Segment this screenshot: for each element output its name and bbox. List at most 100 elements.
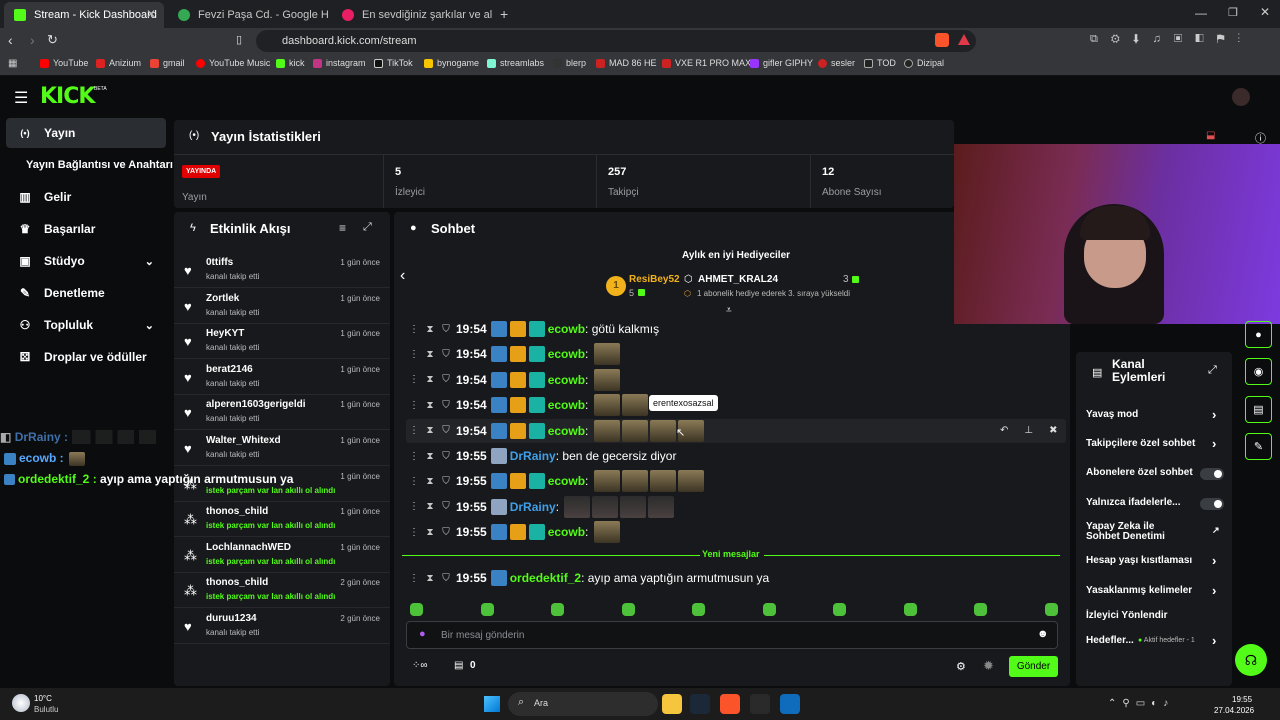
toolbar-extension-icons[interactable]: ⧉⚙⬇♫▣◧⚑⋮ <box>1090 33 1253 46</box>
chat-emote[interactable] <box>621 470 648 493</box>
bookmark-tiktok[interactable]: TikTok <box>374 58 413 68</box>
event-username[interactable]: Walter_Whitexd <box>206 435 281 446</box>
shield-icon[interactable]: ⛉ <box>438 425 454 436</box>
back-icon[interactable]: ‹ <box>8 32 13 48</box>
taskbar-search[interactable]: ⌕ Ara <box>508 692 658 716</box>
chat-emote[interactable] <box>593 521 620 544</box>
channel-action-item[interactable]: İzleyici Yönlendir <box>1086 610 1226 621</box>
activity-event[interactable]: ♥ HeyKYT kanalı takip etti 1 gün önce <box>174 324 390 360</box>
options-icon[interactable]: ⋮ <box>406 573 422 584</box>
steam-icon[interactable] <box>690 694 710 714</box>
event-username[interactable]: duruu1234 <box>206 613 257 624</box>
event-username[interactable]: thonos_child <box>206 577 268 588</box>
shield-icon[interactable]: ⛉ <box>438 527 454 538</box>
bookmark-vxe[interactable]: VXE R1 PRO MAX <box>662 58 751 68</box>
event-username[interactable]: Zortlek <box>206 293 239 304</box>
close-window-icon[interactable]: ✕ <box>1260 5 1270 19</box>
bookmark-dizipal[interactable]: Dizipal <box>904 58 944 68</box>
chat-message[interactable]: ⋮ ⧗ ⛉ 19:55 ecowb: <box>406 520 1066 544</box>
options-icon[interactable]: ⋮ <box>406 400 422 411</box>
timeout-icon[interactable]: ⧗ <box>422 573 438 584</box>
chat-message[interactable]: ⋮ ⧗ ⛉ 19:54 ecowb: <box>406 342 1066 366</box>
chat-emote[interactable] <box>649 470 676 493</box>
event-username[interactable]: LochlannachWED <box>206 542 291 553</box>
chat-emote[interactable] <box>621 394 648 417</box>
tab-google-maps[interactable]: Fevzi Paşa Cd. - Google Haritalar <box>168 2 328 28</box>
maximize-icon[interactable]: ❐ <box>1228 6 1238 19</box>
timeout-icon[interactable]: ⧗ <box>422 476 438 487</box>
quick-emote[interactable] <box>692 603 705 616</box>
options-icon[interactable]: ⋮ <box>406 324 422 335</box>
timeout-icon[interactable]: ⧗ <box>422 400 438 411</box>
delete-icon[interactable]: ✖ <box>1049 425 1073 436</box>
pin-icon[interactable]: ⊥ <box>1024 425 1049 436</box>
toggle-switch[interactable] <box>1200 468 1224 480</box>
message-username[interactable]: ordedektif_2 <box>510 571 581 585</box>
bookmark-instagram[interactable]: instagram <box>313 58 366 68</box>
timeout-icon[interactable]: ⧗ <box>422 324 438 335</box>
nav-stream[interactable]: (•) Yayın <box>6 118 166 148</box>
quick-emote[interactable] <box>621 603 635 616</box>
event-username[interactable]: thonos_child <box>206 506 268 517</box>
windows-start-icon[interactable] <box>484 696 500 712</box>
apps-grid-icon[interactable]: ▦ <box>8 58 17 69</box>
popout-icon[interactable]: ⤢ <box>1208 364 1217 377</box>
quick-emote[interactable] <box>410 603 423 616</box>
store-icon[interactable] <box>780 694 800 714</box>
url-input[interactable]: dashboard.kick.com/stream <box>256 30 976 52</box>
tray-icons[interactable]: ⌃⚲▭◐♪ <box>1108 698 1174 709</box>
channel-action-item[interactable]: Hesap yaşı kısıtlaması › <box>1086 553 1226 568</box>
activity-event[interactable]: ♥ Zortlek kanalı takip etti 1 gün önce <box>174 289 390 324</box>
chat-emote[interactable] <box>593 368 620 391</box>
chat-message[interactable]: ⋮ ⧗ ⛉ 19:54 ecowb: <box>406 418 1066 443</box>
shield-icon[interactable]: ⛉ <box>438 349 454 360</box>
chat-emote[interactable] <box>621 419 648 442</box>
options-icon[interactable]: ⋮ <box>406 501 422 512</box>
info-icon[interactable]: ⓘ <box>1255 130 1266 146</box>
chat-emote[interactable] <box>593 394 620 417</box>
bookmark-youtube[interactable]: YouTube <box>40 58 88 68</box>
event-username[interactable]: berat2146 <box>206 364 253 375</box>
nav-stream-key[interactable]: Yayın Bağlantısı ve Anahtarı <box>16 150 176 180</box>
nav-achievements[interactable]: ♛ Başarılar <box>6 214 166 244</box>
quick-emote[interactable] <box>551 603 564 616</box>
chat-message[interactable]: ⋮ ⧗ ⛉ 19:54 ecowb: <box>406 368 1066 392</box>
message-username[interactable]: ecowb <box>548 474 585 488</box>
chat-emote[interactable] <box>593 343 620 366</box>
timeout-icon[interactable]: ⧗ <box>422 451 438 462</box>
chat-input[interactable]: ● Bir mesaj gönderin ☻ <box>406 621 1058 649</box>
bookmark-youtube-music[interactable]: YouTube Music <box>196 58 270 68</box>
bookmark-kick[interactable]: kick <box>276 58 305 68</box>
timeout-icon[interactable]: ⧗ <box>422 425 438 436</box>
activity-event[interactable]: ♥ berat2146 kanalı takip etti 1 gün önce <box>174 360 390 395</box>
channel-action-item[interactable]: Yapay Zeka ile Sohbet Denetimi ↗ <box>1086 522 1226 542</box>
timeout-icon[interactable]: ⧗ <box>422 349 438 360</box>
nav-revenue[interactable]: ▥ Gelir <box>6 182 166 212</box>
shield-icon[interactable]: ⛉ <box>438 573 454 584</box>
points-icon[interactable]: ⁘∞ <box>412 660 428 671</box>
activity-event[interactable]: ⁂ thonos_child istek parçam var lan akıllı… <box>174 502 390 538</box>
send-button[interactable]: Gönder <box>1009 656 1058 677</box>
brave-shields-icon[interactable] <box>935 33 949 47</box>
activity-event[interactable]: ♥ 0ttiffs kanalı takip etti 1 gün önce <box>174 253 390 288</box>
chat-message[interactable]: ⋮ ⧗ ⛉ 19:55 ecowb: <box>406 469 1066 493</box>
hamburger-menu-icon[interactable]: ☰ <box>14 88 28 108</box>
shield-icon[interactable]: ⛉ <box>438 400 454 411</box>
activity-event[interactable]: ⁂ LochlannachWED istek parçam var lan akıl… <box>174 538 390 573</box>
event-username[interactable]: alperen1603gerigeldi <box>206 399 306 410</box>
quick-emote[interactable] <box>903 603 917 616</box>
support-icon[interactable]: ☊ <box>1235 644 1267 676</box>
broadcast-rail-icon[interactable]: ◉ <box>1245 358 1272 385</box>
avatar[interactable] <box>1232 88 1250 106</box>
tab-music[interactable]: En sevdiğiniz şarkılar ve albümleri din <box>332 2 492 28</box>
nav-studio[interactable]: ▣ Stüdyo ⌄ <box>6 246 166 276</box>
quick-emote[interactable] <box>1044 603 1058 616</box>
store-icon[interactable]: ▤ <box>454 660 463 671</box>
channel-action-item[interactable]: Yavaş mod › <box>1086 407 1226 422</box>
nav-moderation[interactable]: ✎ Denetleme <box>6 278 166 308</box>
kick-logo[interactable]: KICK <box>40 84 95 109</box>
chat-emote[interactable] <box>677 470 704 493</box>
bookmark-icon[interactable]: ▯ <box>236 33 242 46</box>
event-username[interactable]: 0ttiffs <box>206 257 233 268</box>
activity-event[interactable]: ♥ alperen1603gerigeldi kanalı takip etti 1 … <box>174 395 390 431</box>
